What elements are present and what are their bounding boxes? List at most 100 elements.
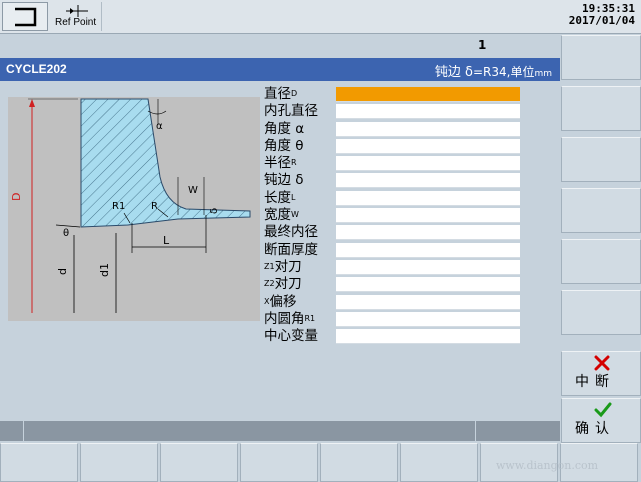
param-label: 直径D (264, 86, 297, 103)
status-segment (0, 421, 24, 441)
param-prefix: X (264, 296, 270, 306)
dim-delta-label: δ (209, 208, 220, 214)
ref-point-button[interactable]: Ref Point (52, 2, 102, 31)
param-symbol: R1 (304, 313, 316, 323)
vertical-softkeys: 中断 确认 (561, 35, 641, 443)
v-softkey-1[interactable] (561, 35, 641, 80)
param-input-field[interactable] (336, 277, 520, 293)
param-input-field[interactable] (336, 138, 520, 154)
top-bar: Ref Point 19:35:31 2017/01/04 (0, 0, 641, 34)
param-input-field[interactable] (336, 87, 520, 102)
parameter-list: 直径D 内孔直径 角度 α 角度 θ 半径R 钝边 δ 长度L 宽度W 最终内径 断面厚度 Z1对刀… (264, 86, 524, 345)
param-row: 内圆角R1 (264, 311, 524, 328)
param-label: 中心变量 (264, 328, 318, 345)
param-input-field[interactable] (336, 121, 520, 137)
param-input-field[interactable] (336, 242, 520, 258)
param-text: 断面厚度 (264, 241, 318, 258)
param-input-field[interactable] (336, 190, 520, 206)
param-row: 半径R (264, 155, 524, 172)
param-text: 对刀 (274, 258, 302, 275)
parameter-screen: D θ d d1 L R1 R α W δ 直径D 内孔直径 角度 α 角度 θ… (0, 82, 560, 420)
param-label: 角度 α (264, 121, 304, 138)
param-row: 长度L (264, 190, 524, 207)
h-softkey-3[interactable] (160, 443, 238, 482)
clock: 19:35:31 2017/01/04 (569, 3, 635, 27)
param-text: 偏移 (269, 293, 297, 310)
param-input-field[interactable] (336, 311, 520, 327)
v-softkey-5[interactable] (561, 239, 641, 284)
param-text: 钝边 δ (264, 172, 304, 189)
ref-point-icon (66, 5, 88, 17)
param-symbol: L (291, 192, 296, 202)
bracket-icon (15, 7, 37, 27)
param-row: 角度 θ (264, 138, 524, 155)
param-label: 断面厚度 (264, 242, 318, 259)
dim-R-label: R (151, 201, 158, 212)
param-input-field[interactable] (336, 294, 520, 310)
param-row: 中心变量 (264, 328, 524, 345)
param-input-field[interactable] (336, 225, 520, 241)
param-row: 最终内径 (264, 224, 524, 241)
home-button[interactable] (2, 2, 48, 31)
h-softkey-2[interactable] (80, 443, 158, 482)
param-row: 钝边 δ (264, 172, 524, 189)
param-label: Z2对刀 (264, 276, 302, 293)
h-softkey-6[interactable] (400, 443, 478, 482)
param-row: 内孔直径 (264, 103, 524, 120)
channel-number: 1 (478, 38, 487, 52)
param-text: 最终内径 (264, 224, 318, 241)
param-label: Z1对刀 (264, 259, 302, 276)
param-text: 对刀 (274, 276, 302, 293)
dim-D-label: D (10, 193, 23, 201)
dim-theta-label: θ (63, 228, 69, 239)
ref-point-label: Ref Point (55, 17, 97, 28)
status-strip (0, 421, 560, 441)
cycle-title-bar: CYCLE202 钝边 δ=R34,单位mm (0, 58, 560, 81)
h-softkey-5[interactable] (320, 443, 398, 482)
v-softkey-3[interactable] (561, 137, 641, 182)
status-segment (24, 421, 476, 441)
dim-L-label: L (163, 234, 170, 247)
param-text: 半径 (264, 155, 291, 172)
param-label: 半径R (264, 155, 297, 172)
param-text: 内孔直径 (264, 103, 318, 120)
ok-check-icon (594, 402, 612, 418)
param-text: 直径 (264, 86, 291, 102)
v-softkey-4[interactable] (561, 188, 641, 233)
param-label: 角度 θ (264, 138, 304, 155)
ok-label: 确认 (575, 421, 615, 437)
param-row: 直径D (264, 86, 524, 103)
cycle-info: 钝边 δ=R34,单位mm (435, 61, 552, 80)
param-symbol: R (291, 158, 297, 168)
h-softkey-1[interactable] (0, 443, 78, 482)
dim-d1-label: d1 (98, 263, 111, 277)
param-input-field[interactable] (336, 259, 520, 275)
cancel-button[interactable]: 中断 (561, 351, 641, 396)
date-display: 2017/01/04 (568, 14, 635, 27)
dim-alpha-label: α (156, 121, 163, 132)
param-row: 角度 α (264, 121, 524, 138)
dim-W-label: W (188, 185, 198, 196)
param-text: 角度 θ (264, 137, 304, 154)
param-row: X偏移 (264, 294, 524, 311)
param-input-field[interactable] (336, 156, 520, 172)
ok-button[interactable]: 确认 (561, 398, 641, 443)
h-softkey-4[interactable] (240, 443, 318, 482)
dim-R1-label: R1 (112, 201, 125, 212)
param-text: 角度 α (264, 120, 305, 137)
param-label: 内圆角R1 (264, 311, 315, 328)
param-text: 中心变量 (264, 328, 318, 345)
param-input-field[interactable] (336, 208, 520, 224)
info-unit: mm (534, 69, 552, 79)
v-softkey-2[interactable] (561, 86, 641, 131)
help-drawing: D θ d d1 L R1 R α W δ (8, 97, 260, 321)
v-softkey-6[interactable] (561, 290, 641, 335)
param-label: 宽度W (264, 207, 299, 224)
param-label: 长度L (264, 190, 295, 207)
param-prefix: Z1 (264, 261, 275, 271)
param-input-field[interactable] (336, 104, 520, 120)
param-row: Z2对刀 (264, 276, 524, 293)
cycle-name: CYCLE202 (6, 62, 67, 76)
param-input-field[interactable] (336, 173, 520, 189)
param-input-field[interactable] (336, 329, 520, 345)
